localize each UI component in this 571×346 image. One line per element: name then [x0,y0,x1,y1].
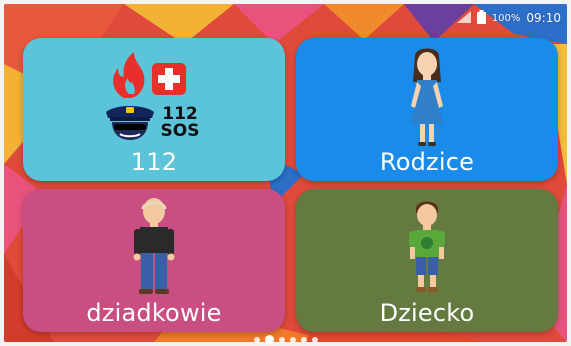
mother-icon [296,46,558,150]
page-indicator[interactable] [0,335,571,344]
emergency-icons: 112 SOS [23,46,285,150]
tile-dziecko[interactable]: Dziecko [296,189,558,332]
battery-percent: 100% [491,12,521,24]
tile-rodzice[interactable]: Rodzice [296,38,558,181]
signal-icon [456,10,471,26]
tile-dziadkowie[interactable]: dziadkowie [23,189,285,332]
fire-icon [113,52,145,98]
tile-112[interactable]: 112 SOS 112 [23,38,285,181]
page-dot[interactable] [300,337,307,343]
child-icon [296,197,558,301]
tile-label: 112 [130,148,178,176]
badge-sos: SOS [160,121,200,141]
battery-icon [476,9,486,27]
page-dot[interactable] [289,337,296,343]
clock: 09:10 [526,11,561,25]
page-dot[interactable] [264,335,274,344]
page-dot[interactable] [311,337,318,343]
grandfather-icon [23,197,285,301]
page-dot[interactable] [253,337,260,343]
page-dot[interactable] [278,337,285,343]
tile-label: Dziecko [379,299,475,327]
tile-label: Rodzice [379,148,475,176]
police-icon [106,106,154,140]
first-aid-icon [152,63,186,95]
tile-label: dziadkowie [86,299,222,327]
home-screen: 100% 09:10 112 SOS 112 Rodzice dziadkowi… [0,0,571,346]
status-bar: 100% 09:10 [456,9,561,27]
